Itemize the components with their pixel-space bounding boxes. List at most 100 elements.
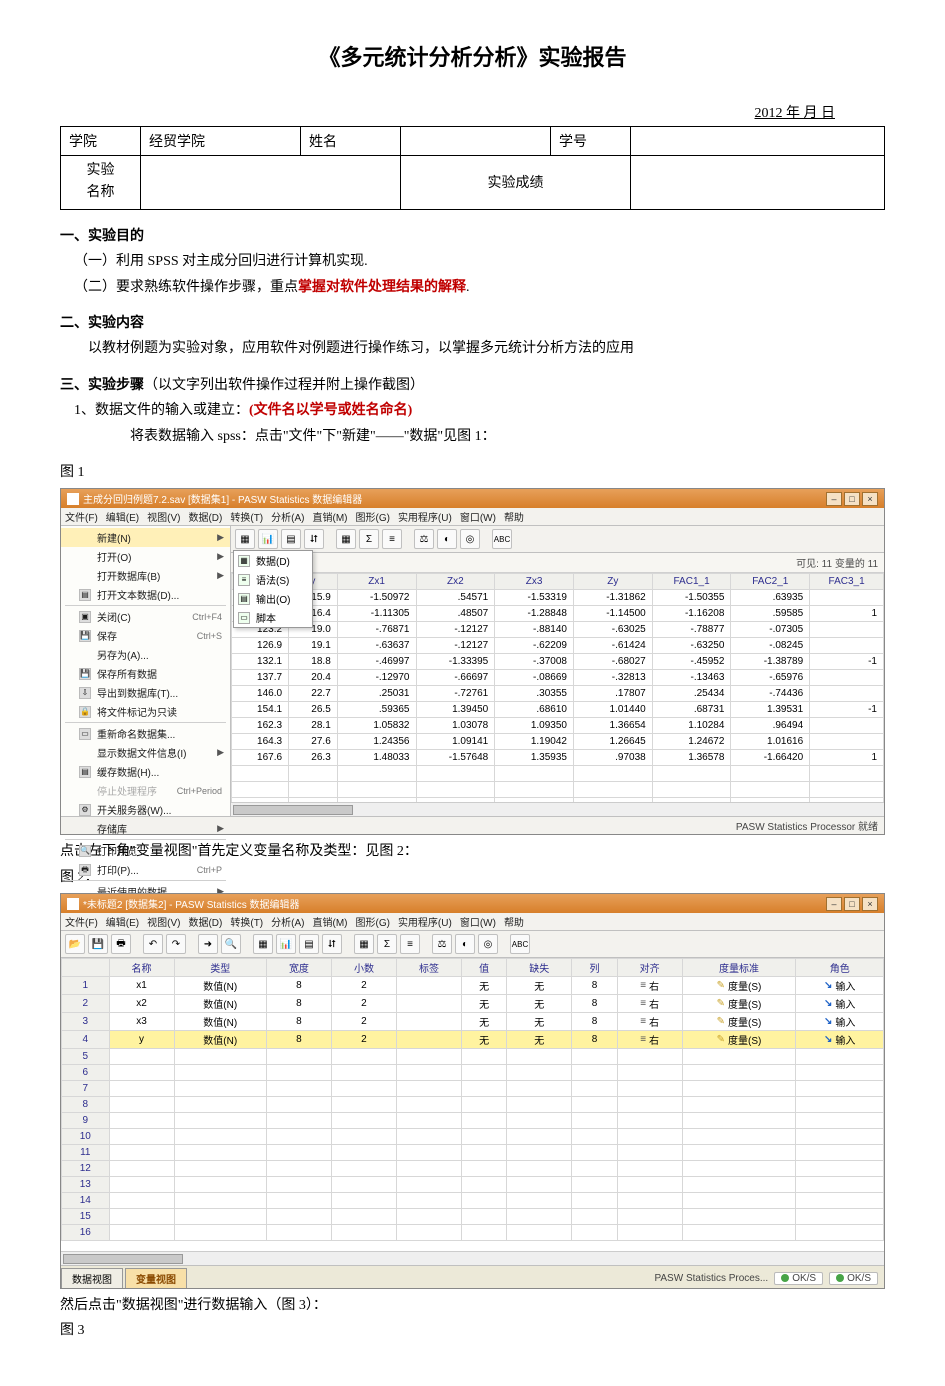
- var-cell[interactable]: ≡右: [617, 977, 682, 995]
- data-cell[interactable]: -1: [810, 702, 884, 718]
- empty-var-cell[interactable]: [796, 1161, 884, 1177]
- data-cell[interactable]: -.07305: [731, 622, 810, 638]
- var-cell[interactable]: ↘输入: [796, 1031, 884, 1049]
- empty-var-cell[interactable]: [796, 1065, 884, 1081]
- var-cell[interactable]: [396, 995, 461, 1013]
- tab-data-view[interactable]: 数据视图: [61, 1268, 123, 1288]
- data-cell[interactable]: [810, 718, 884, 734]
- toolbar-weight-icon[interactable]: ⚖: [414, 529, 434, 549]
- toolbar-sort-icon[interactable]: ⮃: [304, 529, 324, 549]
- row-header[interactable]: 7: [62, 1081, 110, 1097]
- empty-cell[interactable]: [232, 766, 289, 782]
- empty-cell[interactable]: [495, 766, 574, 782]
- file-menu-item[interactable]: 🖶打印(P)...Ctrl+P: [61, 860, 230, 879]
- empty-var-cell[interactable]: [331, 1081, 396, 1097]
- empty-var-cell[interactable]: [266, 1161, 331, 1177]
- menu-item[interactable]: 转换(T): [230, 918, 263, 929]
- var-cell[interactable]: 2: [331, 1013, 396, 1031]
- data-grid[interactable]: yZx1Zx2Zx3ZyFAC1_1FAC2_1FAC3_115.9-1.509…: [231, 573, 884, 802]
- var-cell[interactable]: 8: [572, 1013, 617, 1031]
- data-cell[interactable]: -1.66420: [731, 750, 810, 766]
- data-cell[interactable]: 1.03078: [416, 718, 495, 734]
- empty-var-cell[interactable]: [266, 1177, 331, 1193]
- data-cell[interactable]: .59585: [731, 606, 810, 622]
- empty-var-cell[interactable]: [174, 1177, 266, 1193]
- empty-var-cell[interactable]: [682, 1129, 796, 1145]
- empty-cell[interactable]: [289, 766, 338, 782]
- tb-head-icon[interactable]: ≡: [400, 934, 420, 954]
- empty-var-cell[interactable]: [507, 1129, 572, 1145]
- data-cell[interactable]: 1.35935: [495, 750, 574, 766]
- empty-var-cell[interactable]: [461, 1113, 506, 1129]
- empty-var-cell[interactable]: [396, 1065, 461, 1081]
- data-cell[interactable]: 146.0: [232, 686, 289, 702]
- empty-var-cell[interactable]: [617, 1097, 682, 1113]
- var-cell[interactable]: [396, 1031, 461, 1049]
- file-menu-item[interactable]: 💾保存Ctrl+S: [61, 626, 230, 645]
- new-submenu[interactable]: ▦数据(D)≡语法(S)▤输出(O)▭脚本: [233, 550, 313, 628]
- empty-cell[interactable]: [495, 782, 574, 798]
- file-menu-item[interactable]: ⚙开关服务器(W)...: [61, 800, 230, 819]
- empty-var-cell[interactable]: [572, 1049, 617, 1065]
- empty-var-cell[interactable]: [617, 1225, 682, 1241]
- empty-var-cell[interactable]: [796, 1113, 884, 1129]
- data-cell[interactable]: [810, 590, 884, 606]
- row-header[interactable]: 6: [62, 1065, 110, 1081]
- empty-var-cell[interactable]: [682, 1209, 796, 1225]
- empty-var-cell[interactable]: [617, 1081, 682, 1097]
- toolbar-chart-icon[interactable]: 📊: [258, 529, 278, 549]
- empty-var-cell[interactable]: [507, 1177, 572, 1193]
- empty-var-cell[interactable]: [507, 1225, 572, 1241]
- data-cell[interactable]: 162.3: [232, 718, 289, 734]
- empty-var-cell[interactable]: [507, 1145, 572, 1161]
- file-menu-item[interactable]: ⇩导出到数据库(T)...: [61, 683, 230, 702]
- var-col-header[interactable]: 类型: [174, 959, 266, 977]
- empty-var-cell[interactable]: [682, 1065, 796, 1081]
- empty-var-cell[interactable]: [109, 1193, 174, 1209]
- menu-item[interactable]: 实用程序(U): [398, 513, 452, 524]
- empty-var-cell[interactable]: [682, 1193, 796, 1209]
- empty-var-cell[interactable]: [109, 1145, 174, 1161]
- empty-var-cell[interactable]: [266, 1049, 331, 1065]
- data-cell[interactable]: 154.1: [232, 702, 289, 718]
- var-cell[interactable]: 无: [461, 995, 506, 1013]
- tb-tgt-icon[interactable]: ◎: [478, 934, 498, 954]
- var-col-header[interactable]: 小数: [331, 959, 396, 977]
- empty-var-cell[interactable]: [331, 1129, 396, 1145]
- toolbar-grid-icon[interactable]: ▦: [336, 529, 356, 549]
- data-cell[interactable]: 164.3: [232, 734, 289, 750]
- empty-var-cell[interactable]: [396, 1225, 461, 1241]
- empty-var-cell[interactable]: [331, 1049, 396, 1065]
- empty-var-cell[interactable]: [109, 1225, 174, 1241]
- data-cell[interactable]: 26.5: [289, 702, 338, 718]
- data-cell[interactable]: 167.6: [232, 750, 289, 766]
- data-cell[interactable]: -.66697: [416, 670, 495, 686]
- horizontal-scrollbar-2[interactable]: [61, 1251, 884, 1265]
- empty-var-cell[interactable]: [266, 1065, 331, 1081]
- var-cell[interactable]: 8: [266, 995, 331, 1013]
- file-menu-item[interactable]: 打开(O)▶: [61, 547, 230, 566]
- data-cell[interactable]: [810, 686, 884, 702]
- data-cell[interactable]: -1.14500: [573, 606, 652, 622]
- file-menu-item[interactable]: 🔒将文件标记为只读: [61, 702, 230, 721]
- var-cell[interactable]: ✎度量(S): [682, 1031, 796, 1049]
- empty-var-cell[interactable]: [331, 1145, 396, 1161]
- row-header[interactable]: 8: [62, 1097, 110, 1113]
- empty-var-cell[interactable]: [331, 1209, 396, 1225]
- empty-cell[interactable]: [573, 766, 652, 782]
- empty-var-cell[interactable]: [396, 1177, 461, 1193]
- data-cell[interactable]: 1.48033: [337, 750, 416, 766]
- empty-var-cell[interactable]: [174, 1145, 266, 1161]
- empty-var-cell[interactable]: [796, 1145, 884, 1161]
- var-cell[interactable]: 无: [507, 1031, 572, 1049]
- close-button-2[interactable]: ×: [862, 897, 878, 911]
- tb-goto-icon[interactable]: ➜: [198, 934, 218, 954]
- empty-var-cell[interactable]: [266, 1097, 331, 1113]
- empty-cell[interactable]: [416, 766, 495, 782]
- row-header[interactable]: 13: [62, 1177, 110, 1193]
- data-cell[interactable]: 132.1: [232, 654, 289, 670]
- var-cell[interactable]: 8: [266, 1031, 331, 1049]
- var-cell[interactable]: 无: [461, 1013, 506, 1031]
- empty-cell[interactable]: [731, 766, 810, 782]
- empty-cell[interactable]: [731, 782, 810, 798]
